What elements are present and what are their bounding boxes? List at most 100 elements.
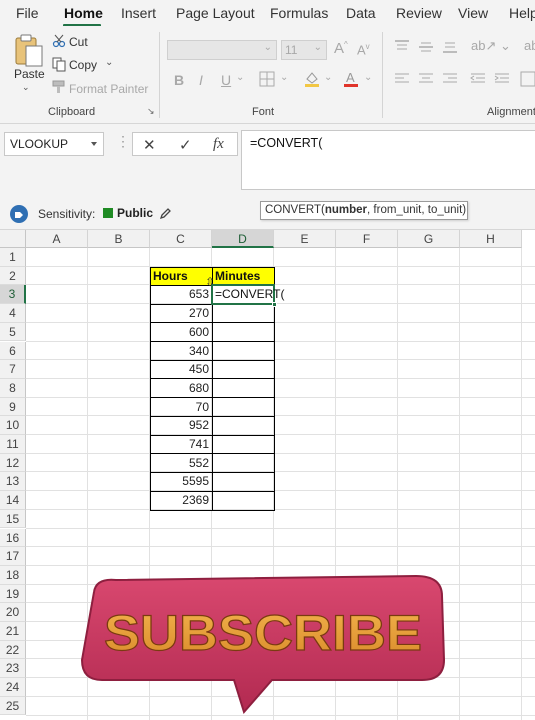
tab-file[interactable]: File <box>16 5 39 21</box>
header-cell-minutes[interactable]: Minutes <box>212 266 274 286</box>
paste-dropdown-icon[interactable]: ⌄ <box>22 82 30 93</box>
minutes-cell[interactable] <box>212 304 274 323</box>
paste-icon[interactable] <box>12 32 44 68</box>
increase-font-icon[interactable]: A^ <box>334 40 348 57</box>
underline-button[interactable]: U <box>221 72 231 88</box>
row-header-25[interactable]: 25 <box>0 696 26 716</box>
column-header-f[interactable]: F <box>336 230 398 248</box>
row-header-18[interactable]: 18 <box>0 565 26 585</box>
font-color-icon[interactable]: A <box>342 70 360 88</box>
chevron-down-icon[interactable]: ⌄ <box>324 72 332 83</box>
tab-data[interactable]: Data <box>346 5 376 21</box>
row-header-23[interactable]: 23 <box>0 659 26 679</box>
cancel-icon[interactable]: ✕ <box>143 136 156 154</box>
align-center-icon[interactable] <box>418 72 434 86</box>
align-right-icon[interactable] <box>442 72 458 86</box>
hours-cell[interactable]: 741 <box>150 435 212 454</box>
row-header-3[interactable]: 3 <box>0 285 26 305</box>
tooltip-current-arg[interactable]: number <box>325 204 367 216</box>
row-header-9[interactable]: 9 <box>0 397 26 417</box>
increase-indent-icon[interactable] <box>494 72 510 86</box>
row-header-16[interactable]: 16 <box>0 528 26 548</box>
minutes-cell[interactable] <box>212 454 274 473</box>
borders-icon[interactable] <box>259 71 275 87</box>
row-header-4[interactable]: 4 <box>0 304 26 323</box>
hours-cell[interactable]: 600 <box>150 323 212 342</box>
fill-color-icon[interactable] <box>303 70 321 88</box>
chevron-down-icon[interactable]: ⌄ <box>364 72 372 83</box>
align-left-icon[interactable] <box>394 72 410 86</box>
edit-pencil-icon[interactable] <box>159 207 172 220</box>
hours-cell[interactable]: 70 <box>150 398 212 417</box>
row-header-2[interactable]: 2 <box>0 266 26 286</box>
minutes-cell[interactable] <box>212 398 274 417</box>
hours-cell[interactable]: 340 <box>150 342 212 361</box>
drag-handle-icon[interactable]: ⋮ <box>116 133 130 150</box>
paste-button[interactable]: Paste <box>14 67 45 81</box>
sensitivity-icon[interactable] <box>9 204 29 224</box>
minutes-cell[interactable] <box>212 342 274 361</box>
sensitivity-value[interactable]: Public <box>117 206 153 220</box>
hours-cell[interactable]: 952 <box>150 416 212 435</box>
enter-icon[interactable]: ✓ <box>179 136 192 154</box>
column-header-h[interactable]: H <box>460 230 522 248</box>
row-header-12[interactable]: 12 <box>0 453 26 473</box>
tab-view[interactable]: View <box>458 5 488 21</box>
column-header-b[interactable]: B <box>88 230 150 248</box>
row-header-6[interactable]: 6 <box>0 341 26 361</box>
decrease-indent-icon[interactable] <box>470 72 486 86</box>
row-header-5[interactable]: 5 <box>0 322 26 342</box>
hours-cell[interactable]: 653 <box>150 285 212 304</box>
tab-review[interactable]: Review <box>396 5 442 21</box>
copy-icon[interactable] <box>52 57 66 72</box>
hours-cell[interactable]: 680 <box>150 379 212 398</box>
minutes-cell[interactable] <box>212 472 274 491</box>
align-bottom-icon[interactable] <box>442 40 458 54</box>
chevron-down-icon[interactable]: ⌄ <box>236 72 244 83</box>
row-header-19[interactable]: 19 <box>0 584 26 604</box>
row-header-21[interactable]: 21 <box>0 622 26 641</box>
column-header-e[interactable]: E <box>274 230 336 248</box>
font-name-select[interactable]: ⌄ <box>167 40 277 60</box>
tab-help[interactable]: Help <box>509 5 535 21</box>
orientation-icon[interactable]: ab↗ ⌄ <box>471 38 511 54</box>
column-header-a[interactable]: A <box>26 230 88 248</box>
row-header-14[interactable]: 14 <box>0 491 26 510</box>
column-header-g[interactable]: G <box>398 230 460 248</box>
row-header-13[interactable]: 13 <box>0 472 26 492</box>
row-header-10[interactable]: 10 <box>0 416 26 435</box>
row-header-15[interactable]: 15 <box>0 509 26 529</box>
row-header-20[interactable]: 20 <box>0 603 26 622</box>
hours-cell[interactable]: 450 <box>150 360 212 379</box>
cut-icon[interactable] <box>52 34 66 48</box>
minutes-cell[interactable] <box>212 323 274 342</box>
row-header-22[interactable]: 22 <box>0 640 26 660</box>
row-header-24[interactable]: 24 <box>0 678 26 697</box>
select-all-corner[interactable] <box>0 230 26 248</box>
font-size-select[interactable]: 11 ⌄ <box>281 40 327 60</box>
minutes-cell[interactable] <box>212 435 274 454</box>
hours-cell[interactable]: 2369 <box>150 491 212 510</box>
merge-center-icon[interactable] <box>520 70 535 88</box>
formula-input[interactable]: =CONVERT( <box>241 130 535 190</box>
row-header-7[interactable]: 7 <box>0 360 26 379</box>
hours-cell[interactable]: 5595 <box>150 472 212 491</box>
hours-cell[interactable]: 270 <box>150 304 212 323</box>
cut-button[interactable]: Cut <box>69 35 88 49</box>
hours-cell[interactable]: 552 <box>150 454 212 473</box>
minutes-cell[interactable] <box>212 491 274 510</box>
row-header-1[interactable]: 1 <box>0 248 26 267</box>
align-middle-icon[interactable] <box>418 40 434 54</box>
copy-button[interactable]: Copy <box>69 58 97 72</box>
align-top-icon[interactable] <box>394 40 410 54</box>
insert-function-icon[interactable]: fx <box>213 136 224 153</box>
row-header-11[interactable]: 11 <box>0 435 26 454</box>
tab-formulas[interactable]: Formulas <box>270 5 328 21</box>
tab-home[interactable]: Home <box>64 5 103 21</box>
minutes-cell[interactable] <box>212 360 274 379</box>
active-cell-formula[interactable]: =CONVERT( <box>212 285 294 304</box>
italic-button[interactable]: I <box>199 72 203 88</box>
copy-dropdown-icon[interactable]: ⌄ <box>105 57 113 68</box>
subscribe-badge[interactable]: SUBSCRIBE <box>76 574 448 714</box>
column-header-c[interactable]: C <box>150 230 212 248</box>
